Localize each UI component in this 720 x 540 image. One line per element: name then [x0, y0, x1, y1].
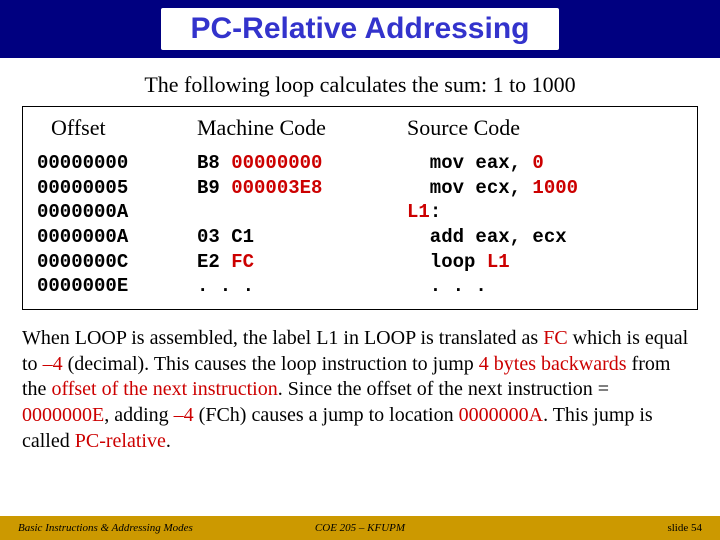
footer-bar: Basic Instructions & Addressing Modes CO…: [0, 516, 720, 540]
header-source: Source Code: [407, 115, 683, 141]
offset-column: 00000000 00000005 0000000A 0000000A 0000…: [37, 151, 197, 299]
footer-center: COE 205 – KFUPM: [246, 522, 474, 534]
subtitle: The following loop calculates the sum: 1…: [0, 72, 720, 98]
explanation-paragraph: When LOOP is assembled, the label L1 in …: [22, 326, 698, 454]
footer-right: slide 54: [474, 522, 720, 534]
header-machine: Machine Code: [197, 115, 407, 141]
title-bar: PC-Relative Addressing: [0, 0, 720, 58]
source-code-column: mov eax, 0 mov ecx, 1000 L1: add eax, ec…: [407, 151, 683, 299]
column-headers: Offset Machine Code Source Code: [37, 115, 683, 141]
slide-title: PC-Relative Addressing: [161, 8, 560, 50]
footer-left: Basic Instructions & Addressing Modes: [0, 522, 246, 534]
header-offset: Offset: [37, 115, 197, 141]
machine-code-column: B8 00000000 B9 000003E8 03 C1 E2 FC . . …: [197, 151, 407, 299]
code-box: Offset Machine Code Source Code 00000000…: [22, 106, 698, 310]
code-grid: 00000000 00000005 0000000A 0000000A 0000…: [37, 151, 683, 299]
